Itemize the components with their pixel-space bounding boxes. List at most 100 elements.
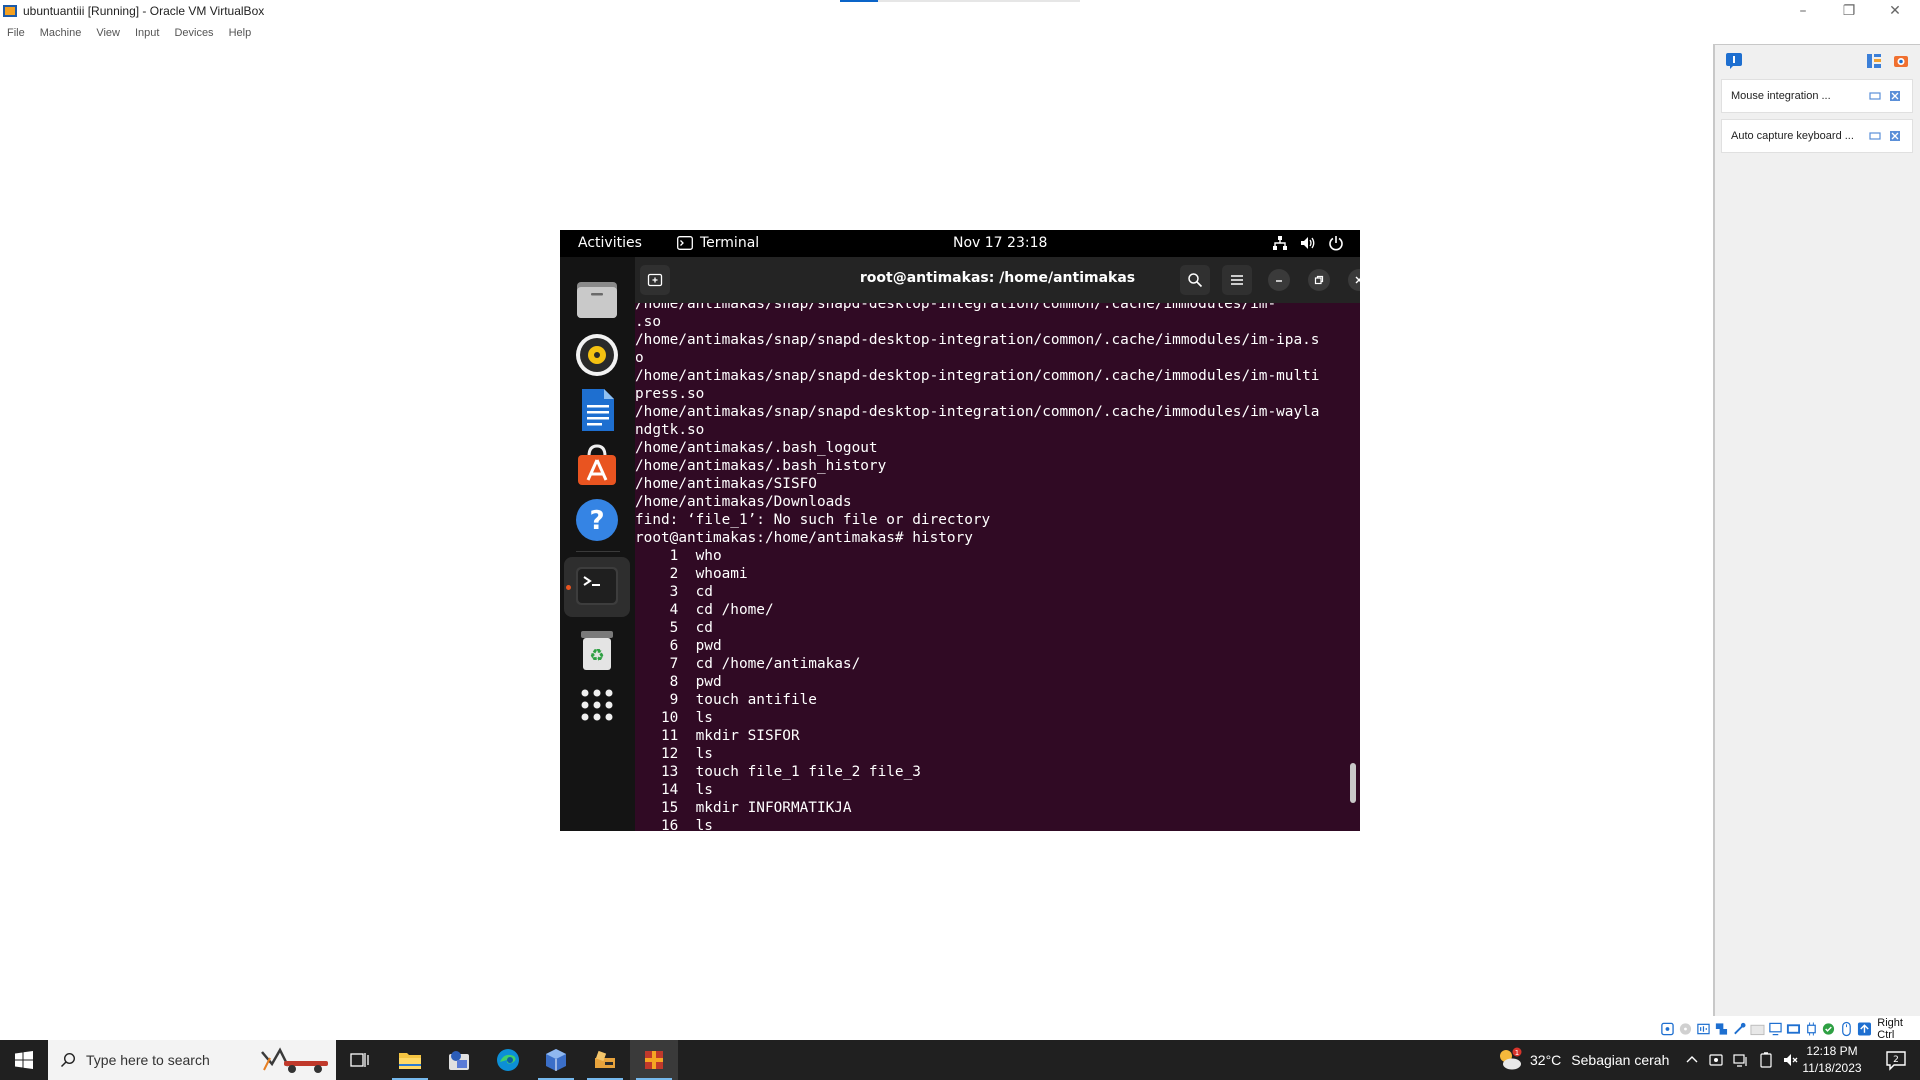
windows-taskbar: Type here to search 1 32°C Sebagian cera… [0,1040,1920,1080]
hard-disk-icon[interactable] [1660,1021,1675,1037]
terminal-line: root@antimakas:/home/antimakas# history [635,530,973,546]
menu-help[interactable]: Help [229,27,252,39]
display-icon[interactable] [1768,1021,1783,1037]
trash-icon[interactable]: ♻ [574,627,620,673]
taskbar-file-explorer[interactable] [386,1040,434,1080]
terminal-line: 8 pwd [635,674,722,690]
menu-devices[interactable]: Devices [174,27,213,39]
menu-input[interactable]: Input [135,27,159,39]
terminal-line: /home/antimakas/snap/snapd-desktop-integ… [635,404,1320,420]
host-key-icon[interactable] [1857,1021,1872,1037]
terminal-scrollbar[interactable] [1350,763,1356,803]
terminal-icon[interactable] [574,563,620,609]
notification-auto-capture-keyboard[interactable]: Auto capture keyboard ... [1721,119,1913,153]
power-icon[interactable] [1328,235,1344,251]
terminal-line: ndgtk.so [635,422,705,438]
terminal-maximize-button[interactable] [1308,269,1330,291]
terminal-line: find: ‘file_1’: No such file or director… [635,512,991,528]
activities-button[interactable]: Activities [578,235,642,251]
show-apps-icon[interactable] [574,682,620,728]
terminal-line: /home/antimakas/Downloads [635,494,852,510]
system-tray[interactable] [1272,235,1344,251]
terminal-minimize-button[interactable] [1268,269,1290,291]
app-menu-label: Terminal [700,235,760,251]
toolbox-app-icon [595,1050,615,1068]
search-highlight-icon [261,1047,328,1073]
virtualization-icon[interactable] [1821,1021,1836,1037]
terminal-headerbar: root@antimakas: /home/antimakas [635,257,1360,303]
device-icon[interactable] [1708,1052,1724,1068]
writer-icon[interactable] [574,387,620,433]
clear-notifications-icon[interactable] [1892,52,1910,70]
svg-text:♻: ♻ [589,646,604,666]
help-icon[interactable]: ? [574,497,620,543]
virtualbox-icon [3,5,17,17]
start-button[interactable] [0,1040,48,1080]
search-icon [60,1052,76,1068]
terminal-line: 2 whoami [635,566,748,582]
cpu-icon[interactable] [1804,1021,1819,1037]
menu-view[interactable]: View [96,27,120,39]
menu-button[interactable] [1222,265,1252,295]
notification-mouse-integration[interactable]: Mouse integration ... [1721,79,1913,113]
files-icon[interactable] [574,277,620,323]
taskbar-search-box[interactable]: Type here to search [48,1040,336,1080]
file-explorer-icon [399,1053,421,1069]
taskbar-clock[interactable]: 12:18 PM 11/18/2023 [1796,1043,1868,1077]
recording-icon[interactable] [1786,1021,1801,1037]
taskbar-virtualbox-vm[interactable] [630,1040,678,1080]
terminal-line: o [635,350,644,366]
vbox-menubar: File Machine View Input Devices Help [0,22,266,44]
shared-folders-icon[interactable] [1750,1021,1765,1037]
notification-dismiss-icon[interactable] [1889,130,1901,142]
terminal-line: 5 cd [635,620,713,636]
optical-drive-icon[interactable] [1678,1021,1693,1037]
notification-info-icon[interactable] [1725,52,1743,70]
usb-icon[interactable] [1732,1021,1747,1037]
menu-file[interactable]: File [7,27,25,39]
notification-center-button[interactable]: 2 [1872,1040,1920,1080]
terminal-output[interactable]: /home/antimakas/snap/snapd-desktop-integ… [635,303,1360,831]
sort-notifications-icon[interactable] [1865,52,1883,70]
weather-badge: 1 [1515,1049,1519,1057]
weather-widget[interactable]: 1 32°C Sebagian cerah [1497,1040,1669,1080]
notification-toggle-icon[interactable] [1869,130,1881,142]
notification-dismiss-icon[interactable] [1889,90,1901,102]
notification-toggle-icon[interactable] [1869,90,1881,102]
host-key-label: Right Ctrl [1877,1017,1903,1041]
task-view-button[interactable] [336,1040,384,1080]
notification-count: 2 [1893,1055,1899,1065]
app-center-icon[interactable] [574,442,620,488]
chevron-up-icon[interactable] [1685,1053,1699,1067]
mouse-integration-icon[interactable] [1839,1021,1854,1037]
taskbar-app-terminal[interactable] [581,1040,629,1080]
topbar-clock[interactable]: Nov 17 23:18 [953,235,1047,251]
weather-temperature: 32°C [1530,1052,1562,1068]
terminal-line: 15 mkdir INFORMATIKJA [635,800,852,816]
search-button[interactable] [1180,265,1210,295]
volume-icon[interactable] [1300,235,1316,251]
network-status-icon[interactable] [1733,1052,1749,1068]
taskbar-virtualbox-manager[interactable] [532,1040,580,1080]
terminal-line: 4 cd /home/ [635,602,774,618]
taskbar-date: 11/18/2023 [1802,1061,1862,1075]
terminal-close-button[interactable] [1348,269,1360,291]
system-tray-icons [1685,1040,1799,1080]
taskbar-edge[interactable] [484,1040,532,1080]
terminal-line: /home/antimakas/.bash_history [635,458,887,474]
network-icon[interactable] [1272,235,1288,251]
terminal-line: press.so [635,386,705,402]
restore-button[interactable]: ❐ [1826,0,1872,22]
minimize-button[interactable]: – [1780,0,1826,22]
battery-icon[interactable] [1758,1052,1774,1068]
vm-display[interactable]: Activities Terminal Nov 17 23:18 ? ♻ roo… [560,230,1360,831]
rhythmbox-icon[interactable] [574,332,620,378]
running-indicator [566,585,571,590]
taskbar-app-profile[interactable] [435,1040,483,1080]
audio-icon[interactable] [1696,1021,1711,1037]
app-menu[interactable]: Terminal [677,235,759,251]
network-adapter-icon[interactable] [1714,1021,1729,1037]
menu-machine[interactable]: Machine [40,27,82,39]
notification-panel: Mouse integration ... Auto capture keybo… [1713,44,1920,1016]
close-button[interactable]: ✕ [1872,0,1918,22]
